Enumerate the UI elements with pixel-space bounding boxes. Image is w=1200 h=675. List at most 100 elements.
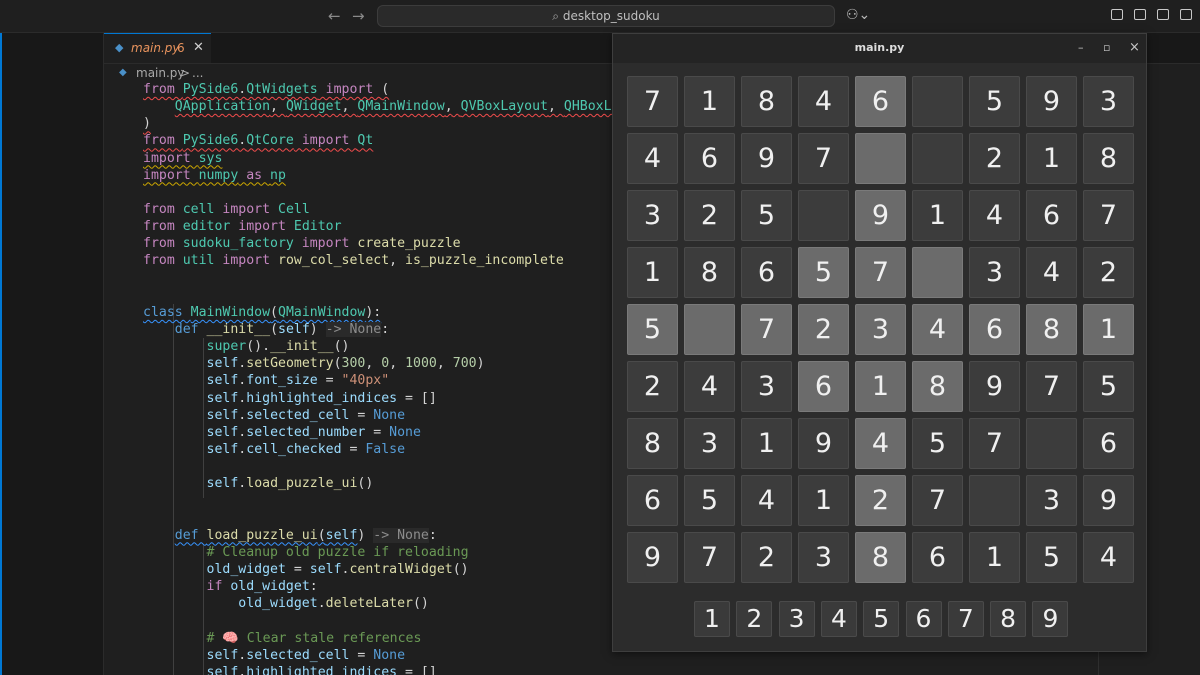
sudoku-cell[interactable]: 9 (1026, 76, 1077, 127)
sudoku-cell[interactable]: 4 (855, 418, 906, 469)
customize-layout-icon[interactable] (1111, 9, 1123, 20)
sudoku-cell[interactable]: 7 (798, 133, 849, 184)
sudoku-cell[interactable]: 2 (1083, 247, 1134, 298)
sudoku-cell[interactable]: 5 (684, 475, 735, 526)
sudoku-cell[interactable]: 9 (969, 361, 1020, 412)
sudoku-cell[interactable]: 6 (1026, 190, 1077, 241)
sudoku-cell[interactable]: 4 (627, 133, 678, 184)
sudoku-cell[interactable]: 2 (798, 304, 849, 355)
number-button-6[interactable]: 6 (905, 601, 942, 637)
sudoku-cell[interactable]: 1 (627, 247, 678, 298)
sudoku-cell[interactable]: 6 (798, 361, 849, 412)
sudoku-cell[interactable]: 9 (855, 190, 906, 241)
sudoku-cell[interactable]: 3 (684, 418, 735, 469)
sudoku-cell[interactable]: 2 (969, 133, 1020, 184)
sudoku-cell[interactable]: 8 (1083, 133, 1134, 184)
sudoku-cell[interactable] (1026, 418, 1077, 469)
sudoku-cell[interactable]: 3 (627, 190, 678, 241)
sudoku-cell[interactable]: 2 (855, 475, 906, 526)
sudoku-cell[interactable]: 1 (741, 418, 792, 469)
breadcrumb-symbols[interactable]: ... (192, 63, 203, 83)
sudoku-cell[interactable]: 4 (969, 190, 1020, 241)
sudoku-cell[interactable]: 3 (969, 247, 1020, 298)
sudoku-cell[interactable]: 1 (798, 475, 849, 526)
sudoku-cell[interactable] (684, 304, 735, 355)
sudoku-cell[interactable]: 9 (627, 532, 678, 583)
sudoku-cell[interactable] (969, 475, 1020, 526)
sudoku-cell[interactable]: 7 (684, 532, 735, 583)
sudoku-cell[interactable]: 4 (798, 76, 849, 127)
code-editor[interactable]: from PySide6.QtWidgets import ( QApplica… (143, 81, 613, 675)
sudoku-cell[interactable]: 7 (912, 475, 963, 526)
sudoku-cell[interactable]: 3 (741, 361, 792, 412)
sudoku-cell[interactable]: 7 (855, 247, 906, 298)
copilot-icon[interactable]: ⚇⌄ (846, 7, 870, 23)
sudoku-cell[interactable]: 3 (1026, 475, 1077, 526)
sudoku-cell[interactable]: 9 (1083, 475, 1134, 526)
sudoku-cell[interactable]: 3 (1083, 76, 1134, 127)
tab-main-py[interactable]: ◆ main.py 6 ✕ (104, 33, 211, 63)
sudoku-cell[interactable]: 9 (741, 133, 792, 184)
breadcrumb-file[interactable]: main.py (136, 63, 185, 83)
sudoku-cell[interactable]: 1 (912, 190, 963, 241)
sudoku-cell[interactable] (855, 133, 906, 184)
arrow-right-icon[interactable]: → (352, 7, 365, 25)
sudoku-cell[interactable]: 2 (627, 361, 678, 412)
sudoku-cell[interactable]: 7 (1083, 190, 1134, 241)
number-button-7[interactable]: 7 (947, 601, 984, 637)
number-button-1[interactable]: 1 (694, 601, 730, 637)
sudoku-cell[interactable]: 4 (684, 361, 735, 412)
number-button-5[interactable]: 5 (863, 601, 900, 637)
sudoku-cell[interactable] (912, 247, 963, 298)
sudoku-cell[interactable] (912, 76, 963, 127)
sudoku-cell[interactable]: 1 (1026, 133, 1077, 184)
sudoku-cell[interactable]: 7 (969, 418, 1020, 469)
sudoku-cell[interactable]: 4 (1026, 247, 1077, 298)
sudoku-cell[interactable]: 7 (741, 304, 792, 355)
toggle-panel-icon[interactable] (1157, 9, 1169, 20)
sudoku-cell[interactable]: 8 (741, 76, 792, 127)
sudoku-cell[interactable]: 6 (855, 76, 906, 127)
sudoku-cell[interactable]: 5 (1083, 361, 1134, 412)
sudoku-cell[interactable]: 8 (684, 247, 735, 298)
sudoku-cell[interactable]: 6 (969, 304, 1020, 355)
sudoku-cell[interactable]: 8 (855, 532, 906, 583)
sudoku-cell[interactable]: 4 (1083, 532, 1134, 583)
sudoku-cell[interactable]: 6 (684, 133, 735, 184)
sudoku-cell[interactable]: 8 (912, 361, 963, 412)
sudoku-cell[interactable]: 4 (741, 475, 792, 526)
sudoku-cell[interactable]: 7 (1026, 361, 1077, 412)
sudoku-cell[interactable]: 6 (741, 247, 792, 298)
sudoku-cell[interactable]: 5 (741, 190, 792, 241)
sudoku-cell[interactable]: 5 (912, 418, 963, 469)
sudoku-cell[interactable]: 4 (912, 304, 963, 355)
toggle-primary-sidebar-icon[interactable] (1134, 9, 1146, 20)
sudoku-cell[interactable]: 3 (798, 532, 849, 583)
number-button-2[interactable]: 2 (736, 601, 773, 637)
sudoku-cell[interactable]: 1 (684, 76, 735, 127)
sudoku-cell[interactable]: 2 (741, 532, 792, 583)
number-button-3[interactable]: 3 (778, 601, 815, 637)
toggle-secondary-sidebar-icon[interactable] (1180, 9, 1192, 20)
sudoku-cell[interactable]: 5 (798, 247, 849, 298)
sudoku-cell[interactable] (798, 190, 849, 241)
sudoku-cell[interactable]: 5 (969, 76, 1020, 127)
sudoku-cell[interactable]: 9 (798, 418, 849, 469)
sudoku-cell[interactable]: 1 (855, 361, 906, 412)
sudoku-cell[interactable]: 6 (1083, 418, 1134, 469)
number-button-8[interactable]: 8 (990, 601, 1027, 637)
sudoku-cell[interactable]: 8 (627, 418, 678, 469)
sudoku-cell[interactable]: 8 (1026, 304, 1077, 355)
sudoku-cell[interactable]: 5 (1026, 532, 1077, 583)
sudoku-cell[interactable]: 6 (627, 475, 678, 526)
sudoku-cell[interactable]: 3 (855, 304, 906, 355)
sudoku-cell[interactable]: 1 (969, 532, 1020, 583)
arrow-left-icon[interactable]: ← (328, 7, 341, 25)
sudoku-cell[interactable] (912, 133, 963, 184)
sudoku-cell[interactable]: 6 (912, 532, 963, 583)
number-button-9[interactable]: 9 (1032, 601, 1069, 637)
number-button-4[interactable]: 4 (820, 601, 857, 637)
command-center-search[interactable]: ⌕ desktop_sudoku (377, 5, 835, 27)
sudoku-cell[interactable]: 2 (684, 190, 735, 241)
sudoku-cell[interactable]: 7 (627, 76, 678, 127)
